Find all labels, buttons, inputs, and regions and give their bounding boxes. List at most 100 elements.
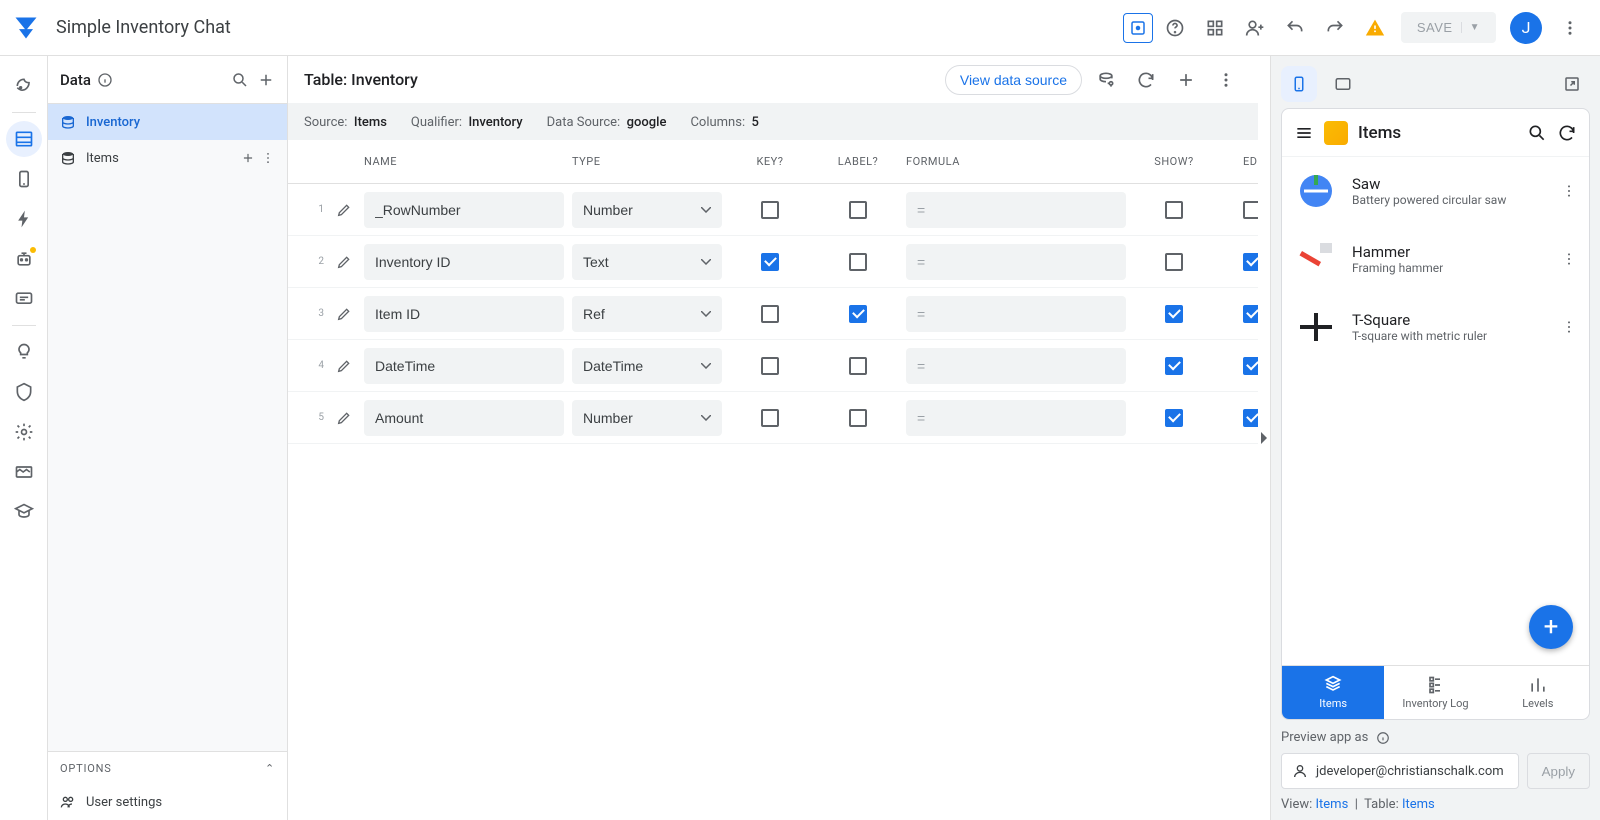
open-preview-icon[interactable] xyxy=(1554,66,1590,102)
edit-icon[interactable] xyxy=(332,202,356,218)
list-item[interactable]: Saw Battery powered circular saw xyxy=(1282,157,1589,225)
column-type-select[interactable]: Number xyxy=(572,192,722,228)
rail-views-icon[interactable] xyxy=(6,161,42,197)
more-vert-icon[interactable] xyxy=(261,151,275,165)
formula-input[interactable] xyxy=(906,296,1126,332)
spec-icon[interactable] xyxy=(1197,10,1233,46)
column-name-input[interactable] xyxy=(364,192,564,228)
preview-resize-handle[interactable] xyxy=(1258,56,1270,820)
mobile-preview-icon[interactable] xyxy=(1281,66,1317,102)
edit-checkbox[interactable] xyxy=(1243,357,1258,375)
preview-view-link[interactable]: Items xyxy=(1315,797,1348,812)
menu-icon[interactable] xyxy=(1294,123,1314,143)
key-checkbox[interactable] xyxy=(761,253,779,271)
appsheet-logo xyxy=(12,14,40,42)
regenerate-icon[interactable] xyxy=(1090,64,1122,96)
rail-manage-icon[interactable] xyxy=(6,454,42,490)
show-checkbox[interactable] xyxy=(1165,305,1183,323)
edit-checkbox[interactable] xyxy=(1243,253,1258,271)
rail-intelligence-icon[interactable] xyxy=(6,334,42,370)
preview-email-input[interactable]: jdeveloper@christianschalk.com xyxy=(1281,753,1519,789)
column-name-input[interactable] xyxy=(364,348,564,384)
undo-icon[interactable] xyxy=(1277,10,1313,46)
key-checkbox[interactable] xyxy=(761,409,779,427)
key-checkbox[interactable] xyxy=(761,357,779,375)
info-icon[interactable] xyxy=(1376,731,1390,745)
column-type-select[interactable]: Text xyxy=(572,244,722,280)
show-checkbox[interactable] xyxy=(1165,409,1183,427)
preview-table-link[interactable]: Items xyxy=(1402,797,1435,812)
item-more-icon[interactable] xyxy=(1561,251,1577,267)
add-icon[interactable] xyxy=(241,151,255,165)
formula-input[interactable] xyxy=(906,348,1126,384)
column-name-input[interactable] xyxy=(364,296,564,332)
table-item-inventory[interactable]: Inventory xyxy=(48,104,287,140)
edit-checkbox[interactable] xyxy=(1243,409,1258,427)
table-more-icon[interactable] xyxy=(1210,64,1242,96)
column-type-select[interactable]: Ref xyxy=(572,296,722,332)
key-checkbox[interactable] xyxy=(761,201,779,219)
warning-icon[interactable] xyxy=(1357,10,1393,46)
add-table-icon[interactable] xyxy=(257,71,275,89)
label-checkbox[interactable] xyxy=(849,409,867,427)
redo-icon[interactable] xyxy=(1317,10,1353,46)
item-more-icon[interactable] xyxy=(1561,183,1577,199)
label-checkbox[interactable] xyxy=(849,253,867,271)
label-checkbox[interactable] xyxy=(849,305,867,323)
label-checkbox[interactable] xyxy=(849,201,867,219)
formula-input[interactable] xyxy=(906,244,1126,280)
formula-input[interactable] xyxy=(906,192,1126,228)
options-toggle[interactable]: OPTIONS ⌃ xyxy=(48,752,287,784)
user-settings-row[interactable]: User settings xyxy=(48,784,287,820)
list-item[interactable]: T-Square T-square with metric ruler xyxy=(1282,293,1589,361)
refresh-icon[interactable] xyxy=(1130,64,1162,96)
label-checkbox[interactable] xyxy=(849,357,867,375)
show-checkbox[interactable] xyxy=(1165,357,1183,375)
item-more-icon[interactable] xyxy=(1561,319,1577,335)
column-name-input[interactable] xyxy=(364,400,564,436)
apply-button[interactable]: Apply xyxy=(1527,753,1590,789)
table-item-items[interactable]: Items xyxy=(48,140,287,176)
more-icon[interactable] xyxy=(1552,10,1588,46)
help-icon[interactable] xyxy=(1157,10,1193,46)
phone-tab-levels[interactable]: Levels xyxy=(1487,666,1589,719)
edit-icon[interactable] xyxy=(332,358,356,374)
column-type-select[interactable]: DateTime xyxy=(572,348,722,384)
phone-search-icon[interactable] xyxy=(1527,123,1547,143)
edit-checkbox[interactable] xyxy=(1243,305,1258,323)
rail-settings-icon[interactable] xyxy=(6,414,42,450)
search-icon[interactable] xyxy=(231,71,249,89)
edit-icon[interactable] xyxy=(332,254,356,270)
rail-data-icon[interactable] xyxy=(6,121,42,157)
rail-security-icon[interactable] xyxy=(6,374,42,410)
show-checkbox[interactable] xyxy=(1165,253,1183,271)
add-column-icon[interactable] xyxy=(1170,64,1202,96)
list-item[interactable]: Hammer Framing hammer xyxy=(1282,225,1589,293)
edit-checkbox[interactable] xyxy=(1243,201,1258,219)
formula-input[interactable] xyxy=(906,400,1126,436)
rail-learn-icon[interactable] xyxy=(6,494,42,530)
info-icon[interactable] xyxy=(97,72,113,88)
rail-automation-icon[interactable] xyxy=(6,241,42,277)
save-button[interactable]: SAVE▼ xyxy=(1401,12,1496,43)
fab-add-button[interactable]: + xyxy=(1529,605,1573,649)
avatar[interactable]: J xyxy=(1510,12,1542,44)
add-user-icon[interactable] xyxy=(1237,10,1273,46)
rail-actions-icon[interactable] xyxy=(6,201,42,237)
col-header-type: TYPE xyxy=(572,155,722,168)
edit-icon[interactable] xyxy=(332,410,356,426)
view-data-source-button[interactable]: View data source xyxy=(945,65,1082,95)
phone-tab-items[interactable]: Items xyxy=(1282,666,1384,719)
share-preview-icon[interactable] xyxy=(1123,13,1153,43)
edit-icon[interactable] xyxy=(332,306,356,322)
phone-refresh-icon[interactable] xyxy=(1557,123,1577,143)
rail-chat-icon[interactable] xyxy=(6,281,42,317)
column-type-select[interactable]: Number xyxy=(572,400,722,436)
tablet-preview-icon[interactable] xyxy=(1325,66,1361,102)
chevron-up-icon: ⌃ xyxy=(265,762,275,775)
column-name-input[interactable] xyxy=(364,244,564,280)
show-checkbox[interactable] xyxy=(1165,201,1183,219)
rail-home-icon[interactable] xyxy=(6,68,42,104)
key-checkbox[interactable] xyxy=(761,305,779,323)
phone-tab-inventory-log[interactable]: Inventory Log xyxy=(1384,666,1486,719)
